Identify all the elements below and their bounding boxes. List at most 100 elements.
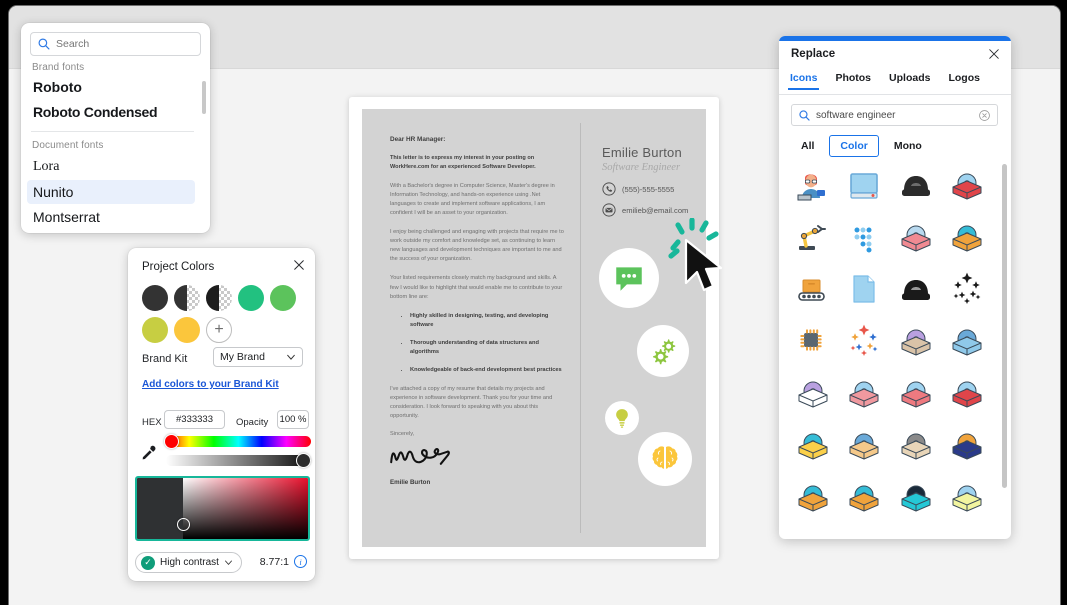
add-color-swatch-button[interactable]: + <box>206 317 232 343</box>
font-list-scrollbar-thumb[interactable] <box>202 81 206 114</box>
color-swatch-dark-charcoal-40[interactable] <box>206 285 232 311</box>
icon-result-cell[interactable] <box>787 264 839 316</box>
icon-result-cell[interactable] <box>839 368 891 420</box>
document-page-icon <box>846 272 882 308</box>
icon-result-cell[interactable] <box>839 472 891 524</box>
hex-input[interactable]: #333333 <box>164 410 225 429</box>
brand-kit-value: My Brand <box>220 351 265 363</box>
hue-slider[interactable] <box>166 436 311 447</box>
disc-in-lime-box-icon <box>949 480 985 516</box>
color-swatch-spring-green[interactable] <box>238 285 264 311</box>
opacity-value: 100 % <box>280 414 307 425</box>
tab-logos[interactable]: Logos <box>948 72 980 90</box>
saturation-value-picker[interactable] <box>135 476 310 541</box>
icon-search-box[interactable] <box>791 104 998 126</box>
font-item-roboto-condensed[interactable]: Roboto Condensed <box>27 100 195 124</box>
hue-slider-handle[interactable] <box>164 434 179 449</box>
font-item-nunito[interactable]: Nunito <box>27 180 195 204</box>
chat-bubble-icon-badge[interactable] <box>599 248 659 308</box>
icon-search-input[interactable] <box>816 110 978 121</box>
icon-result-cell[interactable] <box>942 420 994 472</box>
letter-bullet-list: Highly skilled in designing, testing, an… <box>410 312 565 376</box>
icon-result-cell[interactable] <box>839 420 891 472</box>
icon-result-cell[interactable] <box>890 368 942 420</box>
icon-result-cell[interactable] <box>942 160 994 212</box>
letter-closing-paragraph: I've attached a copy of my resume that d… <box>390 385 565 421</box>
tab-photos[interactable]: Photos <box>835 72 871 90</box>
icon-result-cell[interactable] <box>890 420 942 472</box>
document-column-divider <box>580 123 581 533</box>
font-list-divider <box>31 131 194 132</box>
icon-result-cell[interactable] <box>787 420 839 472</box>
icon-result-cell[interactable] <box>942 368 994 420</box>
icon-result-cell[interactable] <box>890 472 942 524</box>
project-colors-panel[interactable]: Project Colors + Brand Kit My Brand <box>128 248 315 581</box>
tab-uploads[interactable]: Uploads <box>889 72 930 90</box>
icon-result-cell[interactable] <box>787 472 839 524</box>
brand-kit-select[interactable]: My Brand <box>213 347 303 367</box>
filter-mono[interactable]: Mono <box>883 135 933 157</box>
info-icon[interactable]: i <box>294 555 307 568</box>
filter-color[interactable]: Color <box>829 135 878 157</box>
icon-grid-scrollbar-thumb[interactable] <box>1002 164 1007 488</box>
font-item-roboto[interactable]: Roboto <box>27 75 195 99</box>
signature-name: Emilie Burton <box>390 479 565 486</box>
color-swatch-dark-charcoal[interactable] <box>142 285 168 311</box>
font-item-lora[interactable]: Lora <box>27 155 195 179</box>
icon-result-cell[interactable] <box>942 472 994 524</box>
contact-email-value: emilieb@email.com <box>622 206 688 215</box>
brightness-slider[interactable] <box>166 455 311 466</box>
color-swatch-olive-yellow[interactable] <box>142 317 168 343</box>
high-contrast-chip[interactable]: ✓ High contrast <box>135 552 242 573</box>
icon-result-cell[interactable] <box>890 212 942 264</box>
color-swatch-dark-charcoal-60[interactable] <box>174 285 200 311</box>
eyedropper-icon[interactable] <box>140 444 158 462</box>
lightbulb-icon-badge[interactable] <box>605 401 639 435</box>
font-search-box[interactable] <box>30 32 201 56</box>
icon-style-filters[interactable]: All Color Mono <box>790 135 933 157</box>
icon-result-cell[interactable] <box>942 316 994 368</box>
icon-result-cell[interactable] <box>787 160 839 212</box>
icon-result-cell[interactable] <box>787 368 839 420</box>
color-swatch-golden-yellow[interactable] <box>174 317 200 343</box>
icon-result-cell[interactable] <box>839 264 891 316</box>
font-picker-panel[interactable]: Brand fonts Roboto Roboto Condensed Docu… <box>21 23 210 233</box>
brain-icon <box>649 443 681 475</box>
icon-result-cell[interactable] <box>839 160 891 212</box>
color-swatch-medium-green[interactable] <box>270 285 296 311</box>
icon-result-cell[interactable] <box>787 316 839 368</box>
filter-all[interactable]: All <box>790 135 825 157</box>
brightness-slider-handle[interactable] <box>296 453 311 468</box>
sparkle-cluster-color-icon <box>846 324 882 360</box>
document-page[interactable]: Dear HR Manager: This letter is to expre… <box>362 109 706 547</box>
icon-result-cell[interactable] <box>942 264 994 316</box>
gears-icon-badge[interactable] <box>637 325 689 377</box>
icon-result-cell[interactable] <box>839 316 891 368</box>
replace-panel-tabs[interactable]: Icons Photos Uploads Logos <box>779 69 1011 95</box>
opacity-label: Opacity <box>236 417 268 428</box>
hard-hat-icon <box>898 168 934 204</box>
icon-result-cell[interactable] <box>787 212 839 264</box>
document-canvas[interactable]: Dear HR Manager: This letter is to expre… <box>349 97 719 559</box>
icon-result-cell[interactable] <box>890 160 942 212</box>
font-search-input[interactable] <box>56 38 186 50</box>
icon-result-cell[interactable] <box>942 212 994 264</box>
icon-result-cell[interactable] <box>839 212 891 264</box>
close-icon[interactable] <box>291 257 306 272</box>
blue-dots-grid-icon <box>846 220 882 256</box>
opacity-input[interactable]: 100 % <box>277 410 309 429</box>
replace-panel[interactable]: Replace Icons Photos Uploads Logos All <box>779 36 1011 539</box>
clear-circle-icon[interactable] <box>978 109 991 122</box>
icon-result-cell[interactable] <box>890 264 942 316</box>
font-item-montserrat[interactable]: Montserrat <box>27 205 195 229</box>
robot-arm-icon <box>795 220 831 256</box>
check-circle-icon: ✓ <box>141 556 155 570</box>
icon-results-grid[interactable] <box>787 160 993 532</box>
close-icon[interactable] <box>987 47 1001 61</box>
brain-icon-badge[interactable] <box>638 432 692 486</box>
sv-picker-handle[interactable] <box>177 518 190 531</box>
icon-result-cell[interactable] <box>890 316 942 368</box>
font-group-label-brand: Brand fonts <box>32 62 84 73</box>
tab-icons[interactable]: Icons <box>790 72 817 90</box>
add-colors-to-brand-kit-link[interactable]: Add colors to your Brand Kit <box>142 379 279 390</box>
